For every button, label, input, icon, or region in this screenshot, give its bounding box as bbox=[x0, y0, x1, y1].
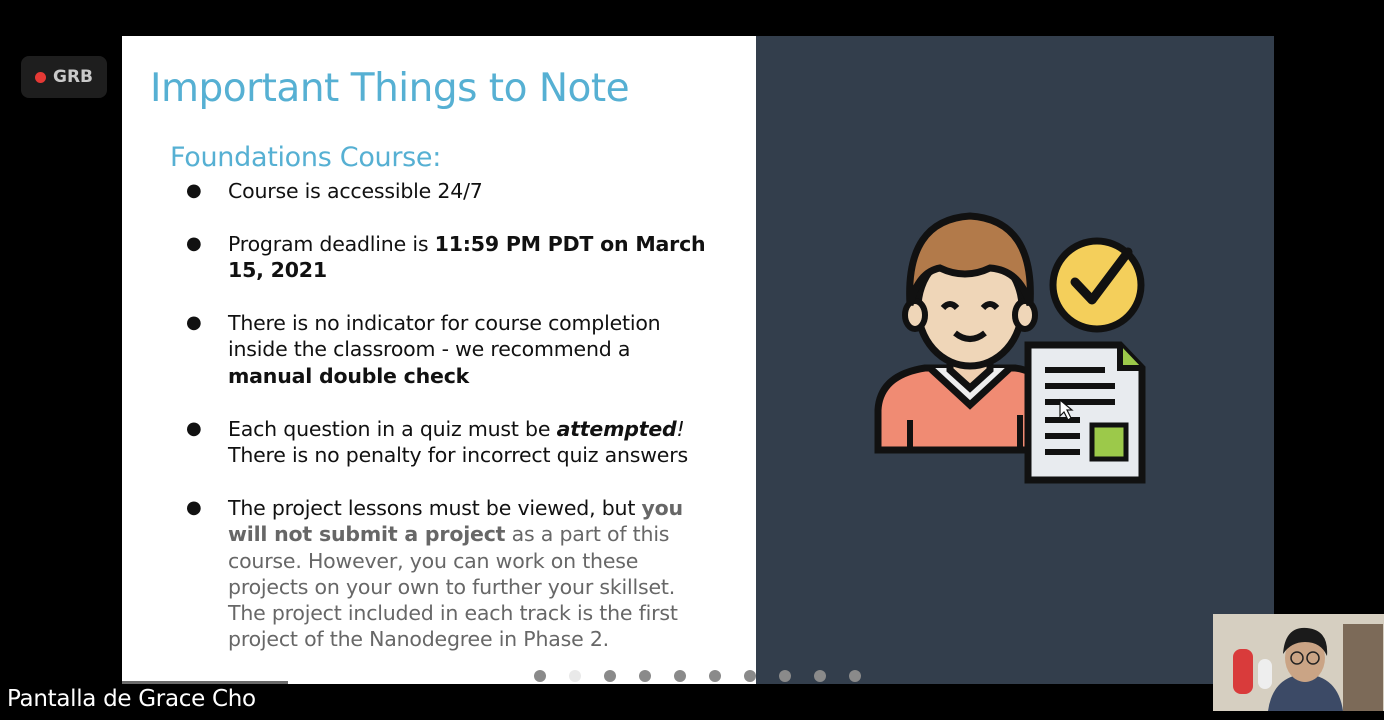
bullet-text: The project lessons must be viewed, but bbox=[228, 496, 642, 520]
recording-badge[interactable]: GRB bbox=[21, 56, 107, 98]
page-dot[interactable] bbox=[534, 670, 546, 682]
bullet-text: inside the classroom - we recommend a bbox=[228, 337, 631, 362]
bullet-bold-text: manual double check bbox=[228, 363, 470, 388]
bullet-text: Each question in a quiz must be bbox=[228, 417, 557, 441]
recording-label: GRB bbox=[52, 67, 93, 87]
bullet-dot-icon: ● bbox=[186, 312, 202, 333]
recording-dot-icon bbox=[34, 71, 46, 83]
page-dot[interactable] bbox=[709, 670, 721, 682]
bullet-text: Course is accessible 24/7 bbox=[228, 179, 483, 203]
bullet-text: as a part of this bbox=[505, 522, 670, 547]
bullet-text: projects on your own to further your ski… bbox=[228, 574, 676, 599]
slide-pagination bbox=[534, 670, 861, 682]
page-dot[interactable] bbox=[674, 670, 686, 682]
bullet-dot-icon: ● bbox=[186, 180, 202, 201]
bullet-text: Program deadline is bbox=[228, 232, 435, 256]
bullet-bold-text: 15, 2021 bbox=[228, 258, 327, 283]
page-dot[interactable] bbox=[814, 670, 826, 682]
bullet-text: There is no indicator for course complet… bbox=[228, 311, 661, 335]
bullet-dot-icon: ● bbox=[186, 418, 202, 439]
bullet-dot-icon: ● bbox=[186, 497, 202, 518]
page-dot-active[interactable] bbox=[569, 670, 581, 682]
bullet-text: course. However, you can work on these bbox=[228, 548, 639, 573]
bullet-text: There is no penalty for incorrect quiz a… bbox=[228, 443, 688, 468]
page-dot[interactable] bbox=[744, 670, 756, 682]
bullet-dot-icon: ● bbox=[186, 233, 202, 254]
slide-title: Important Things to Note bbox=[150, 66, 630, 111]
person-checklist-illustration bbox=[874, 212, 1146, 484]
webcam-thumbnail[interactable] bbox=[1213, 614, 1384, 711]
page-dot[interactable] bbox=[604, 670, 616, 682]
bullet-text: project of the Nanodegree in Phase 2. bbox=[228, 627, 609, 652]
page-dot[interactable] bbox=[779, 670, 791, 682]
page-dot[interactable] bbox=[849, 670, 861, 682]
webcam-person-image bbox=[1213, 614, 1384, 711]
bullet-bold-text: 11:59 PM PDT on March bbox=[434, 232, 706, 256]
slide-subtitle: Foundations Course: bbox=[170, 142, 442, 173]
slide-left-panel: Important Things to Note Foundations Cou… bbox=[122, 36, 756, 684]
bullet-text: ! bbox=[676, 417, 685, 441]
bullet-emphasis-text: attempted bbox=[556, 417, 677, 441]
page-dot[interactable] bbox=[639, 670, 651, 682]
slide-progress-bar bbox=[122, 681, 288, 684]
bullet-bold-text: you bbox=[641, 496, 683, 520]
bullet-text: The project included in each track is th… bbox=[228, 601, 678, 626]
screen-share-label: Pantalla de Grace Cho bbox=[7, 686, 256, 712]
bullet-bold-text: will not submit a project bbox=[228, 522, 506, 547]
